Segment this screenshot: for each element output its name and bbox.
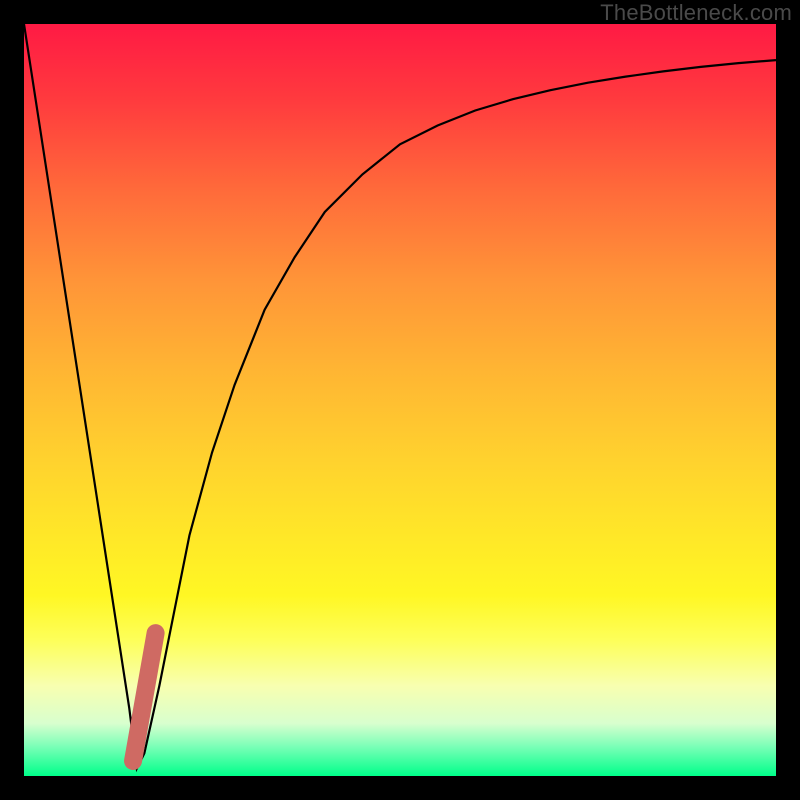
- curve-layer: [24, 24, 776, 776]
- chart-frame: TheBottleneck.com: [0, 0, 800, 800]
- accent-marker: [133, 633, 156, 761]
- bottleneck-curve: [24, 24, 776, 768]
- watermark-text: TheBottleneck.com: [600, 0, 792, 26]
